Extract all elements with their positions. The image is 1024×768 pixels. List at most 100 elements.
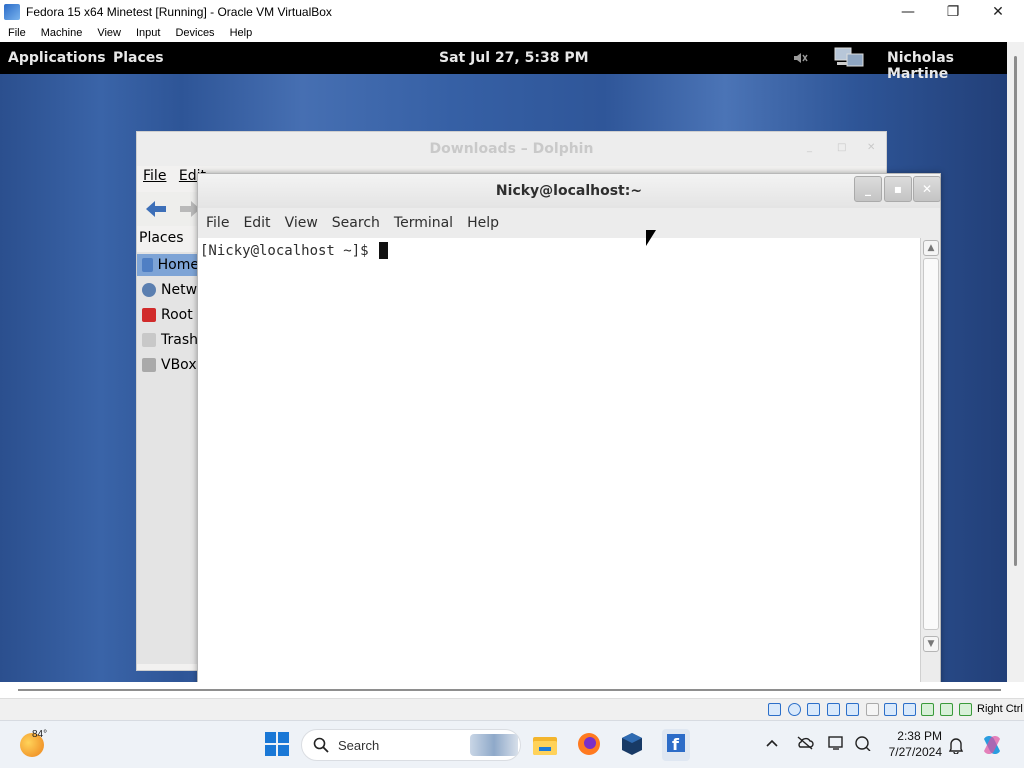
terminal-menubar: File Edit View Search Terminal Help xyxy=(198,208,940,238)
host-statusbar: Right Ctrl xyxy=(0,698,1024,720)
user-menu[interactable]: Nicholas Martine xyxy=(887,50,1007,82)
onedrive-offline-icon[interactable] xyxy=(796,735,814,763)
place-root[interactable]: Root xyxy=(137,304,199,326)
place-label: Trash xyxy=(161,332,198,348)
host-window-title: Fedora 15 x64 Minetest [Running] - Oracl… xyxy=(26,5,332,19)
places-panel-header: Places xyxy=(139,230,184,246)
host-key-label: Right Ctrl xyxy=(977,703,1023,715)
terminal-menu-view[interactable]: View xyxy=(285,215,318,231)
host-scrollbar-thumb[interactable] xyxy=(1014,56,1017,566)
place-network[interactable]: Netw xyxy=(137,279,199,301)
cpu-activity-icon[interactable] xyxy=(921,703,934,716)
menu-help[interactable]: Help xyxy=(230,27,253,39)
place-trash[interactable]: Trash xyxy=(137,329,199,351)
windows-taskbar: 84° Search f 2:38 PM 7/27/2024 xyxy=(0,720,1024,768)
svg-text:f: f xyxy=(672,735,680,754)
display-icon[interactable] xyxy=(884,703,897,716)
dolphin-close-icon[interactable]: ✕ xyxy=(867,142,875,153)
back-arrow-icon[interactable] xyxy=(145,200,167,222)
terminal-minimize-icon[interactable]: _ xyxy=(854,176,882,202)
text-cursor xyxy=(379,242,389,259)
shell-prompt-line: [Nicky@localhost ~]$ xyxy=(200,242,389,259)
terminal-menu-edit[interactable]: Edit xyxy=(243,215,270,231)
terminal-menu-search[interactable]: Search xyxy=(332,215,380,231)
taskbar-date[interactable]: 7/27/2024 xyxy=(884,745,942,759)
place-label: Root xyxy=(161,307,193,323)
guest-display[interactable]: Applications Places Sat Jul 27, 5:38 PM … xyxy=(0,42,1007,682)
terminal-maximize-icon[interactable]: ▪ xyxy=(884,176,912,202)
network-status-icon[interactable] xyxy=(854,735,872,763)
terminal-menu-help[interactable]: Help xyxy=(467,215,499,231)
trash-icon xyxy=(142,333,156,347)
shell-prompt: [Nicky@localhost ~]$ xyxy=(200,242,378,259)
host-vertical-scrollbar[interactable] xyxy=(1007,42,1024,682)
volume-muted-icon[interactable] xyxy=(792,50,808,66)
drive-icon xyxy=(142,358,156,372)
terminal-menu-file[interactable]: File xyxy=(206,215,229,231)
taskbar-search[interactable]: Search xyxy=(301,729,521,761)
terminal-menu-terminal[interactable]: Terminal xyxy=(394,215,453,231)
place-label: VBox xyxy=(161,357,197,373)
terminal-title: Nicky@localhost:~ xyxy=(198,174,940,208)
scroll-down-icon[interactable]: ▼ xyxy=(923,636,939,652)
host-titlebar: Fedora 15 x64 Minetest [Running] - Oracl… xyxy=(0,0,1024,24)
home-folder-icon xyxy=(142,258,153,272)
audio-icon[interactable] xyxy=(807,703,820,716)
dolphin-menu-file[interactable]: File xyxy=(143,168,166,184)
root-folder-icon xyxy=(142,308,156,322)
mouse-integration-icon[interactable] xyxy=(959,703,972,716)
panel-clock[interactable]: Sat Jul 27, 5:38 PM xyxy=(439,50,589,66)
terminal-output[interactable]: [Nicky@localhost ~]$ xyxy=(198,238,920,682)
network-adapter-icon[interactable] xyxy=(827,703,840,716)
hard-disk-icon[interactable] xyxy=(768,703,781,716)
mouse-pointer-icon xyxy=(646,230,656,246)
host-horizontal-scrollbar[interactable] xyxy=(0,682,1024,698)
network-globe-icon xyxy=(142,283,156,297)
place-home[interactable]: Home xyxy=(137,254,199,276)
minimize-button[interactable]: — xyxy=(885,0,931,24)
place-vbox[interactable]: VBox xyxy=(137,354,199,376)
menu-devices[interactable]: Devices xyxy=(175,27,214,39)
terminal-close-icon[interactable]: ✕ xyxy=(913,176,941,202)
virtualbox-app-icon xyxy=(4,4,20,20)
copilot-icon[interactable] xyxy=(980,733,1004,761)
shared-folders-icon[interactable] xyxy=(866,703,879,716)
dolphin-maximize-icon[interactable]: □ xyxy=(837,142,846,153)
menu-machine[interactable]: Machine xyxy=(41,27,83,39)
vt-x-icon[interactable] xyxy=(940,703,953,716)
recording-icon[interactable] xyxy=(903,703,916,716)
menu-view[interactable]: View xyxy=(97,27,121,39)
terminal-scrollbar[interactable]: ▲ ▼ xyxy=(920,238,940,682)
search-highlight-image xyxy=(470,734,518,756)
menu-file[interactable]: File xyxy=(8,27,26,39)
host-hscroll-thumb[interactable] xyxy=(18,689,1001,691)
virtualbox-taskbar-icon[interactable] xyxy=(619,731,645,759)
scroll-up-icon[interactable]: ▲ xyxy=(923,240,939,256)
network-icon[interactable] xyxy=(833,46,865,70)
host-menubar: File Machine View Input Devices Help xyxy=(0,24,1024,42)
start-button-icon[interactable] xyxy=(264,731,290,759)
notification-bell-icon[interactable] xyxy=(948,736,964,764)
display-settings-icon[interactable] xyxy=(828,735,846,763)
places-panel: Home Netw Root Trash VBox xyxy=(137,252,199,664)
search-placeholder: Search xyxy=(338,738,380,753)
firefox-icon[interactable] xyxy=(576,731,602,759)
place-label: Netw xyxy=(161,282,198,298)
dolphin-title: Downloads – Dolphin xyxy=(137,132,886,166)
applications-menu[interactable]: Applications xyxy=(8,50,106,66)
weather-temperature[interactable]: 84° xyxy=(32,729,47,740)
usb-icon[interactable] xyxy=(846,703,859,716)
file-explorer-icon[interactable] xyxy=(531,731,559,759)
places-menu[interactable]: Places xyxy=(113,50,164,66)
optical-drive-icon[interactable] xyxy=(788,703,801,716)
close-button[interactable]: ✕ xyxy=(975,0,1021,24)
taskbar-time[interactable]: 2:38 PM xyxy=(884,729,942,743)
scrollbar-thumb[interactable] xyxy=(923,258,939,630)
place-label: Home xyxy=(157,257,199,273)
menu-input[interactable]: Input xyxy=(136,27,160,39)
chevron-up-icon[interactable] xyxy=(765,737,779,765)
dolphin-minimize-icon[interactable]: _ xyxy=(807,142,812,153)
fedora-vm-taskbar-icon[interactable]: f xyxy=(662,729,690,761)
terminal-window[interactable]: Nicky@localhost:~ _ ▪ ✕ File Edit View S… xyxy=(197,173,941,682)
maximize-button[interactable]: ❐ xyxy=(930,0,976,24)
